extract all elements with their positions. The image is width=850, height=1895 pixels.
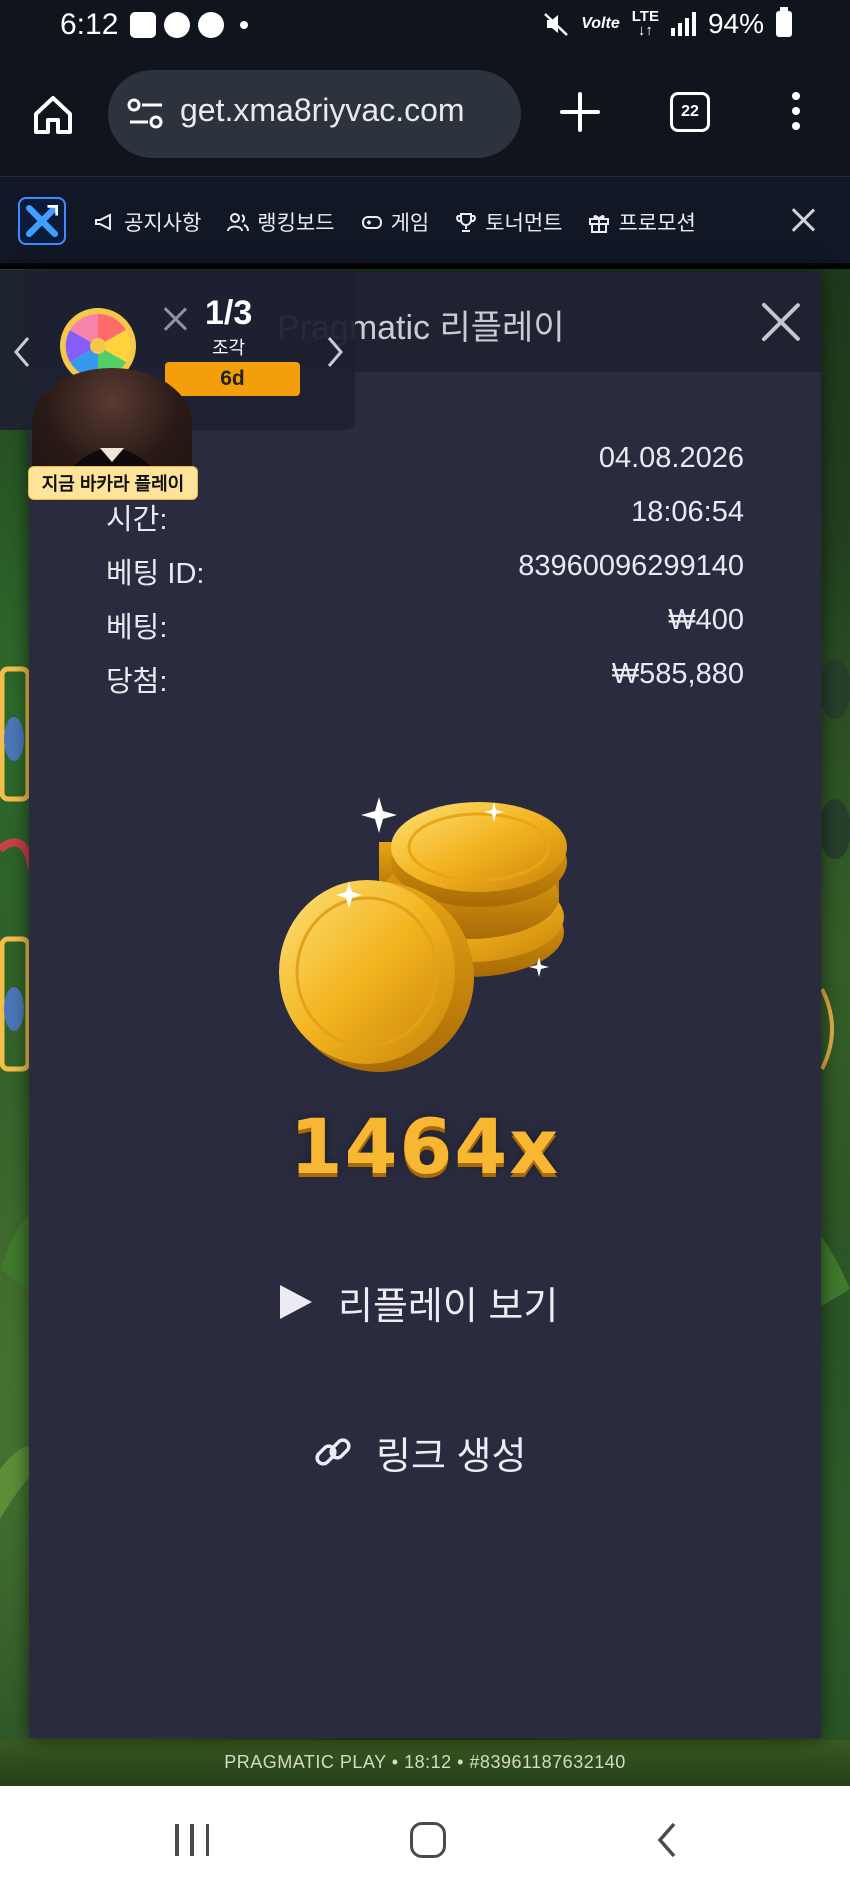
modal-close-button[interactable]: [761, 302, 801, 342]
gallery-icon: [130, 12, 156, 38]
volte-label: Volte: [581, 15, 620, 32]
address-bar[interactable]: get.xma8riyvac.com: [108, 70, 521, 158]
chevron-left-icon[interactable]: [12, 334, 32, 370]
site-logo[interactable]: [18, 197, 66, 245]
back-icon[interactable]: [652, 1820, 682, 1860]
fragment-count: 1/3: [205, 294, 253, 332]
gift-icon: [589, 215, 610, 233]
detail-value: ₩400: [668, 604, 744, 636]
nav-item-tournament[interactable]: 토너먼트: [455, 207, 562, 237]
url-text[interactable]: get.xma8riyvac.com: [180, 92, 510, 129]
battery-percent: 94%: [707, 8, 764, 39]
time-remaining-badge: 6d: [165, 362, 300, 396]
new-tab-button[interactable]: [558, 90, 602, 134]
chat-icon: [164, 12, 190, 38]
lte-label: LTE ↓↑: [631, 8, 659, 39]
megaphone-icon: [95, 213, 111, 231]
dealer-image: [62, 448, 162, 478]
nav-item-ranking[interactable]: 랭킹보드: [227, 207, 335, 237]
browser-menu-button[interactable]: [786, 88, 806, 138]
detail-row-bet: 베팅: ₩400: [106, 604, 744, 658]
home-icon[interactable]: [28, 90, 78, 140]
notification-icons: [130, 12, 248, 38]
site-nav: 공지사항 랭킹보드 게임 토너먼트 프로모션: [0, 176, 850, 266]
gamepad-icon: [361, 216, 382, 229]
detail-label: 시간:: [106, 504, 168, 536]
site-settings-icon[interactable]: [126, 96, 166, 132]
detail-value: 18:06:54: [631, 496, 744, 528]
detail-value: 04.08.2026: [598, 442, 744, 474]
users-icon: [227, 213, 250, 232]
detail-label: 베팅 ID:: [106, 558, 205, 590]
bet-details: 04.08.2026 시간: 18:06:54 베팅 ID: 839600962…: [106, 442, 744, 712]
play-icon: [280, 1285, 312, 1319]
nav-label: 랭킹보드: [257, 212, 335, 235]
status-right: Volte LTE ↓↑ 94%: [543, 7, 792, 40]
nav-item-promotion[interactable]: 프로모션: [588, 207, 696, 237]
nav-item-notice[interactable]: 공지사항: [94, 207, 201, 237]
nav-label: 공지사항: [124, 212, 202, 235]
lte-text: LTE: [631, 8, 659, 25]
detail-row-win: 당첨: ₩585,880: [106, 658, 744, 712]
app-icon: [198, 12, 224, 38]
widget-close-icon[interactable]: [162, 306, 188, 332]
nav-item-games[interactable]: 게임: [361, 207, 430, 237]
more-notifications-icon: [240, 21, 248, 29]
create-link-button[interactable]: 링크 생성: [312, 1422, 526, 1482]
win-multiplier: 1464x: [289, 1102, 561, 1191]
create-link-label: 링크 생성: [376, 1435, 527, 1478]
game-footer-text: PRAGMATIC PLAY • 18:12 • #83961187632140: [224, 1752, 626, 1772]
nav-label: 게임: [390, 212, 430, 235]
tab-switcher-button[interactable]: 22: [670, 92, 710, 132]
watch-replay-button[interactable]: 리플레이 보기: [278, 1272, 558, 1332]
mute-icon: [544, 13, 569, 36]
fragment-label: 조각: [212, 338, 246, 358]
detail-value: ₩585,880: [611, 658, 744, 690]
battery-icon: [776, 7, 792, 37]
nav-label: 프로모션: [618, 212, 696, 235]
recents-button[interactable]: [175, 1824, 209, 1856]
nav-items: 공지사항 랭킹보드 게임 토너먼트 프로모션: [94, 207, 722, 237]
dealer-avatar[interactable]: [32, 368, 192, 478]
detail-row-time: 시간: 18:06:54: [106, 496, 744, 550]
detail-row-bet-id: 베팅 ID: 83960096299140: [106, 550, 744, 604]
detail-value: 83960096299140: [518, 550, 744, 582]
status-time: 6:12: [60, 8, 119, 41]
home-button[interactable]: [410, 1822, 446, 1858]
chevron-right-icon[interactable]: [325, 334, 345, 370]
close-icon[interactable]: [790, 207, 816, 233]
watch-replay-label: 리플레이 보기: [338, 1285, 559, 1328]
play-baccarat-badge[interactable]: 지금 바카라 플레이: [28, 466, 198, 500]
link-icon: [315, 1438, 351, 1466]
system-nav-bar: [0, 1786, 850, 1895]
detail-label: 당첨:: [106, 666, 168, 698]
game-footer: PRAGMATIC PLAY • 18:12 • #83961187632140: [0, 1740, 850, 1786]
signal-icon: [670, 12, 696, 36]
nav-label: 토너먼트: [485, 212, 563, 235]
detail-row-date: 04.08.2026: [106, 442, 744, 496]
browser-toolbar: get.xma8riyvac.com 22: [0, 52, 850, 176]
trophy-icon: [456, 213, 477, 232]
detail-label: 베팅:: [106, 612, 168, 644]
coins-icon: [279, 797, 567, 1072]
status-bar: 6:12 Volte LTE ↓↑ 94%: [0, 0, 850, 52]
